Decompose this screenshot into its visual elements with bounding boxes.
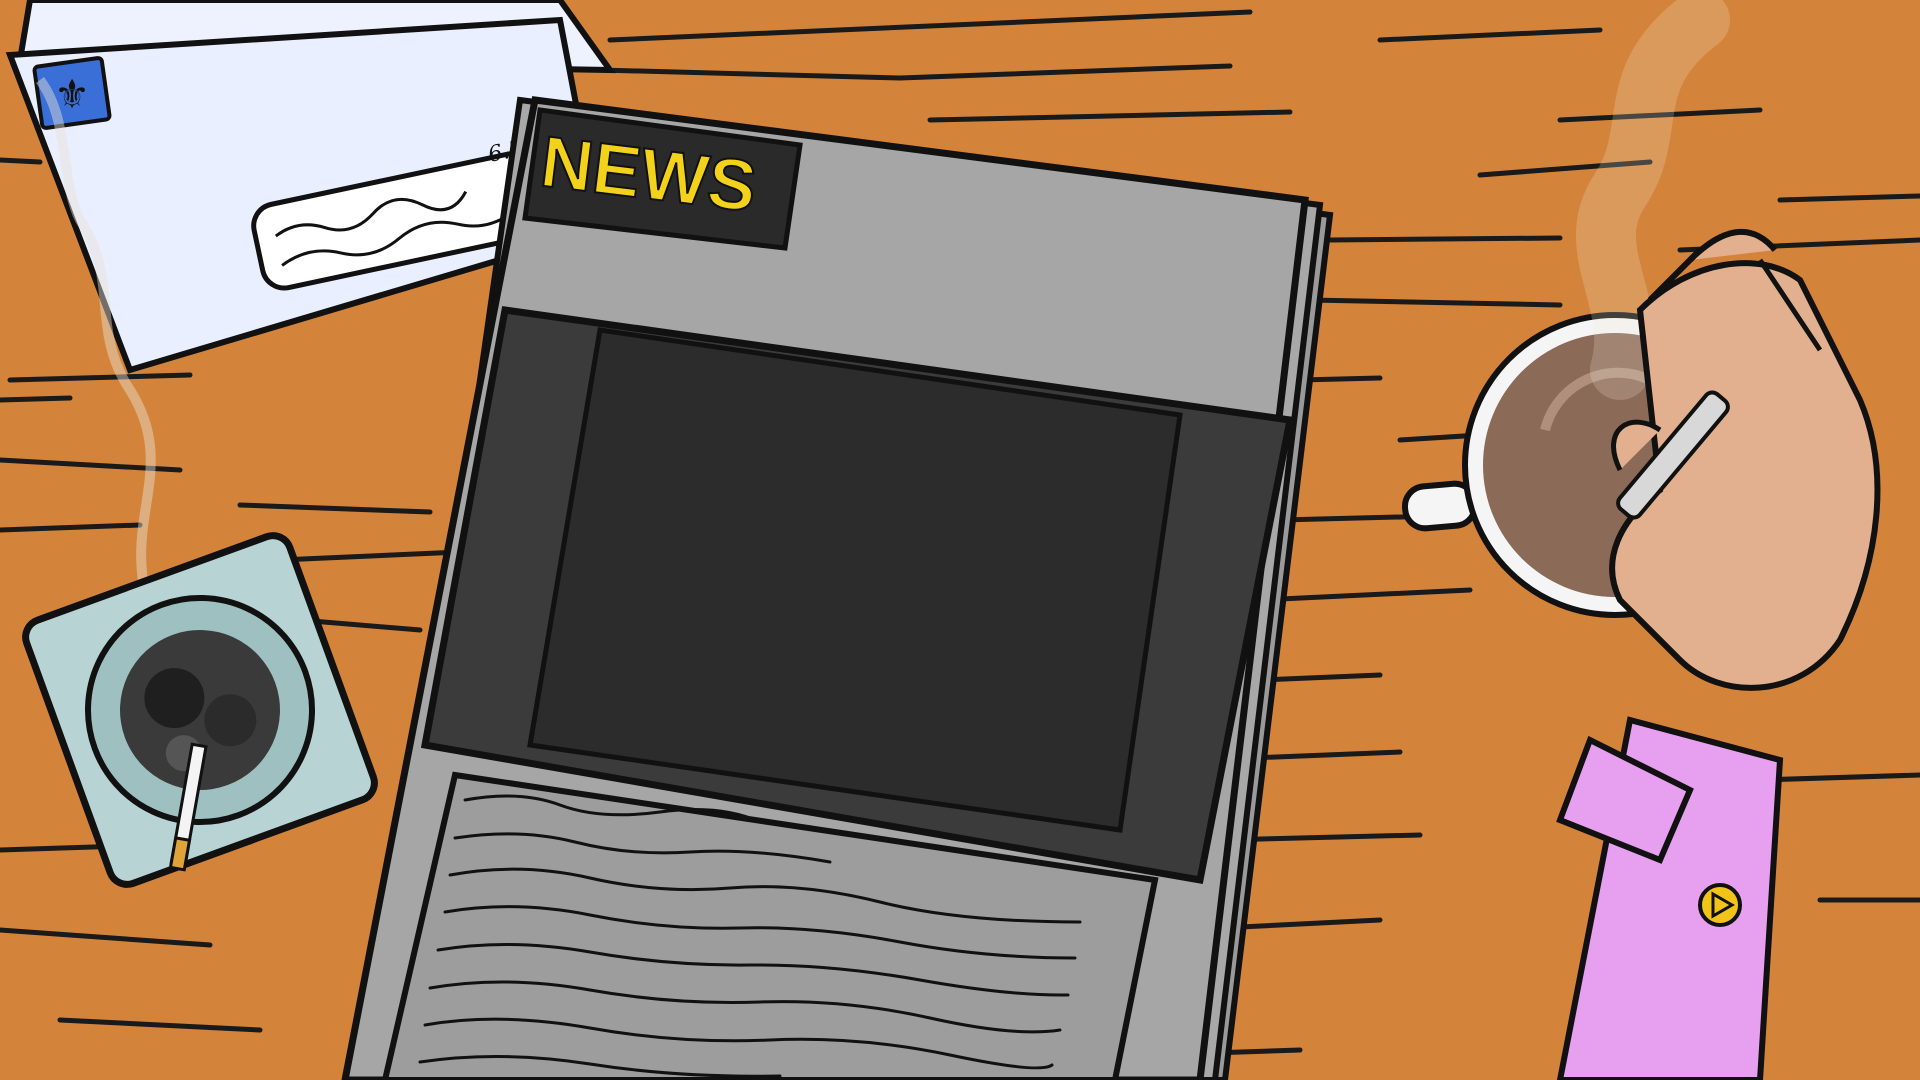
desk-scene: ⚜ 6.7.3 NEWS: [0, 0, 1920, 1080]
cufflink: [1698, 883, 1742, 927]
sleeve: [1556, 716, 1784, 1080]
